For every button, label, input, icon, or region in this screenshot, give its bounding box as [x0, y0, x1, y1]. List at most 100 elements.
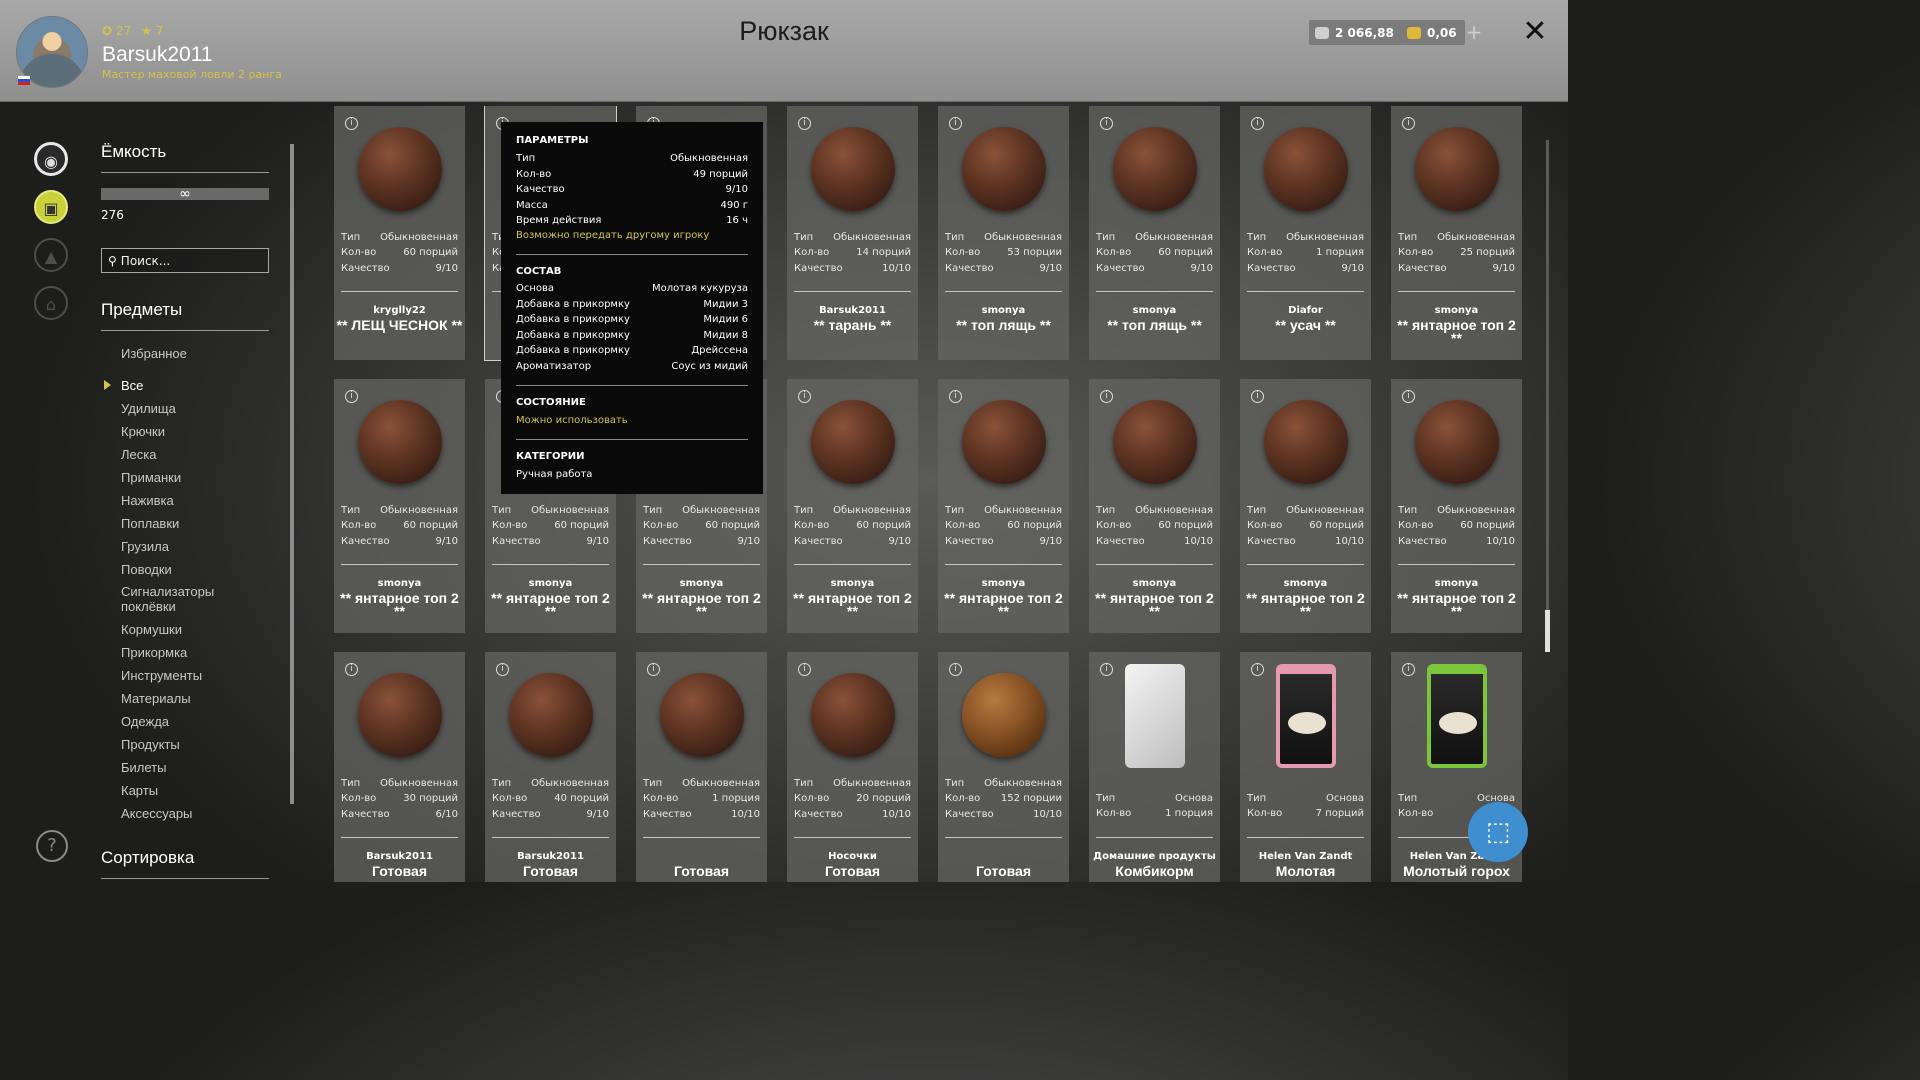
item-card[interactable]: i Тип Обыкновенная Кол-во 53 порции Качество 9…: [938, 106, 1069, 360]
item-card[interactable]: i Тип ОбыкновеннаяКол-во 60 порций Качество 9…: [938, 379, 1069, 633]
card-author: smonya: [1132, 578, 1177, 589]
card-qty-value: 7 порций: [1315, 808, 1364, 819]
item-card[interactable]: i Тип Обыкновенная Кол-во 1 порция Качество 9/…: [1240, 106, 1371, 360]
category-item[interactable]: Аксессуары: [121, 806, 192, 821]
info-icon[interactable]: i: [1402, 117, 1415, 130]
groundbait-ball-image: [509, 673, 593, 757]
category-item[interactable]: Наживка: [121, 493, 174, 508]
info-icon[interactable]: i: [345, 390, 358, 403]
category-item[interactable]: Крючки: [121, 424, 165, 439]
card-quality-value: 9/10: [435, 263, 458, 274]
category-item[interactable]: Продукты: [121, 737, 180, 752]
card-quality-row: Качество 9/10: [341, 263, 458, 274]
item-card[interactable]: i Тип Обыкновенная Кол-во 20 порций Качество 1…: [787, 652, 918, 882]
card-quality-label: Качество: [945, 809, 994, 820]
item-card[interactable]: i Тип ОбыкновеннаяКол-во 60 порций Качество 9…: [334, 106, 465, 360]
item-card[interactable]: i Тип ОбыкновеннаяКол-во 60 порций Качество 9…: [787, 379, 918, 633]
item-card[interactable]: i Тип Основа Кол-во 1 порция Домашние продукт…: [1089, 652, 1220, 882]
category-item[interactable]: Избранное: [121, 346, 187, 361]
fish-eye-icon[interactable]: ◉: [34, 142, 68, 176]
category-item[interactable]: Поводки: [121, 562, 172, 577]
info-icon[interactable]: i: [1402, 663, 1415, 676]
capacity-divider: [101, 172, 269, 173]
info-icon[interactable]: i: [496, 663, 509, 676]
card-qty-row: Кол-во 1 порция: [1247, 247, 1364, 258]
item-card[interactable]: i Тип Обыкновенная Кол-во 30 порций Качество 6…: [334, 652, 465, 882]
info-icon[interactable]: i: [1251, 117, 1264, 130]
info-icon[interactable]: i: [798, 390, 811, 403]
info-icon[interactable]: i: [1251, 663, 1264, 676]
card-quality-value: 9/10: [1492, 263, 1515, 274]
info-icon[interactable]: i: [1100, 663, 1113, 676]
category-item[interactable]: Инструменты: [121, 668, 202, 683]
groundbait-ball-image: [1264, 400, 1348, 484]
info-icon[interactable]: i: [345, 663, 358, 676]
tooltip-key: Добавка в прикормку: [516, 329, 630, 341]
item-card[interactable]: i Тип Обыкновенная Кол-во 14 порций Качество 1…: [787, 106, 918, 360]
category-scrollbar[interactable]: [290, 144, 294, 804]
category-item[interactable]: Материалы: [121, 691, 191, 706]
cursor-mode-button[interactable]: ⬚: [1468, 802, 1528, 862]
item-card[interactable]: i Тип Обыкновенная Кол-во 60 порций Качество 1…: [1240, 379, 1371, 633]
grid-scrollbar-thumb[interactable]: [1545, 610, 1550, 652]
camp-icon[interactable]: ▲: [34, 238, 68, 272]
tooltip-key: Добавка в прикормку: [516, 298, 630, 310]
item-card[interactable]: i Тип Основа Кол-во 7 порций Helen Van Zandt М…: [1240, 652, 1371, 882]
add-currency-button[interactable]: +: [1462, 20, 1486, 45]
card-quality-label: Качество: [341, 809, 390, 820]
card-type-value: Обыкновенная: [531, 505, 609, 516]
category-item[interactable]: Сигнализаторы поклёвки: [121, 584, 271, 614]
category-item[interactable]: Удилища: [121, 401, 176, 416]
groundbait-ball-image: [811, 127, 895, 211]
category-item[interactable]: Кормушки: [121, 622, 182, 637]
card-type-value: Обыкновенная: [682, 505, 760, 516]
info-icon[interactable]: i: [798, 117, 811, 130]
card-quality-value: 10/10: [1033, 809, 1062, 820]
info-icon[interactable]: i: [647, 663, 660, 676]
item-card[interactable]: i Тип Обыкновенная Кол-во 25 порций Качество 9…: [1391, 106, 1522, 360]
info-icon[interactable]: i: [345, 117, 358, 130]
info-icon[interactable]: i: [949, 117, 962, 130]
info-icon[interactable]: i: [1251, 390, 1264, 403]
category-item[interactable]: Приманки: [121, 470, 181, 485]
tooltip-value: 16 ч: [726, 215, 748, 227]
card-name: ** ЛЕЩ ЧЕСНОК **: [336, 317, 463, 333]
search-input[interactable]: [120, 253, 261, 268]
tooltip-key: Время действия: [516, 215, 602, 227]
item-card[interactable]: i Тип ОбыкновеннаяКол-во 60 порций Качество 9…: [334, 379, 465, 633]
card-type-value: Обыкновенная: [1437, 505, 1515, 516]
card-qty-value: 53 порции: [1007, 247, 1062, 258]
active-arrow-icon: [104, 380, 111, 390]
category-item[interactable]: Прикормка: [121, 645, 187, 660]
category-item[interactable]: Одежда: [121, 714, 169, 729]
info-icon[interactable]: i: [798, 663, 811, 676]
search-box[interactable]: ⚲: [101, 248, 269, 273]
info-icon[interactable]: i: [949, 663, 962, 676]
category-item[interactable]: Поплавки: [121, 516, 179, 531]
card-name: ** янтарное топ 2 **: [793, 590, 912, 619]
home-icon[interactable]: ⌂: [34, 286, 68, 320]
category-item[interactable]: Билеты: [121, 760, 166, 775]
item-card[interactable]: i Тип Обыкновенная Кол-во 60 порций Качество 1…: [1089, 379, 1220, 633]
card-type-label: Тип: [1247, 793, 1267, 804]
item-card[interactable]: i Тип Обыкновенная Кол-во 1 порция Качество 10…: [636, 652, 767, 882]
category-item[interactable]: Карты: [121, 783, 158, 798]
info-icon[interactable]: i: [1100, 117, 1113, 130]
card-quality-value: 10/10: [1335, 536, 1364, 547]
card-divider: [1096, 564, 1213, 565]
category-item[interactable]: Все: [121, 378, 143, 393]
help-icon[interactable]: ?: [36, 830, 68, 862]
item-card[interactable]: i Тип Обыкновенная Кол-во 152 порции Качество…: [938, 652, 1069, 882]
info-icon[interactable]: i: [1100, 390, 1113, 403]
category-item[interactable]: Грузила: [121, 539, 169, 554]
item-card[interactable]: i Тип Обыкновенная Кол-во 40 порций Качество 9…: [485, 652, 616, 882]
item-card[interactable]: i Тип ОбыкновеннаяКол-во 60 порций Качество 9…: [1089, 106, 1220, 360]
category-item[interactable]: Леска: [121, 447, 156, 462]
info-icon[interactable]: i: [949, 390, 962, 403]
close-button[interactable]: ✕: [1521, 14, 1549, 50]
item-card[interactable]: i Тип Обыкновенная Кол-во 60 порций Качество 1…: [1391, 379, 1522, 633]
info-icon[interactable]: i: [1402, 390, 1415, 403]
card-type-label: Тип: [1096, 793, 1116, 804]
grid-scrollbar-track[interactable]: [1546, 140, 1549, 650]
backpack-icon[interactable]: ▣: [34, 190, 68, 224]
